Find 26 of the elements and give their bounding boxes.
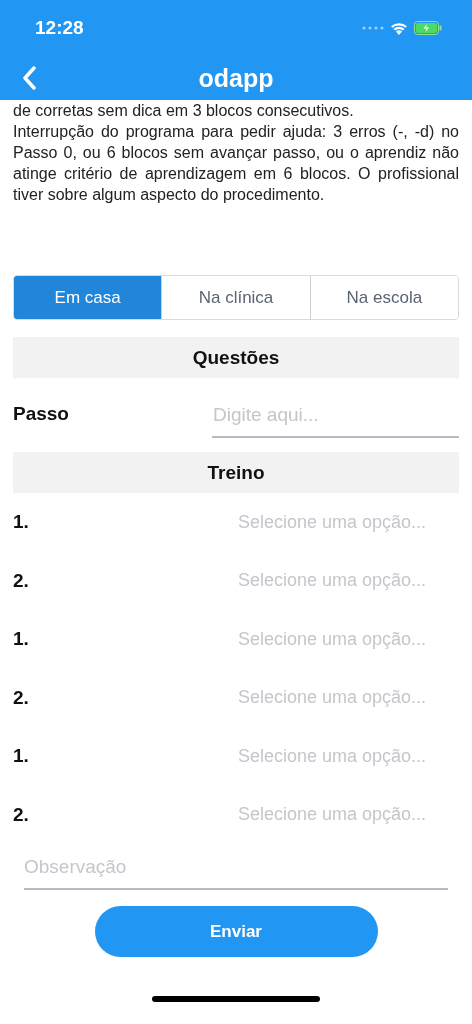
option-picker[interactable]: Selecione uma opção...	[237, 628, 426, 650]
option-picker[interactable]: Selecione uma opção...	[237, 804, 426, 826]
item-number: 1.	[13, 511, 29, 534]
step-label: Passo	[13, 403, 69, 425]
back-button[interactable]	[22, 66, 36, 90]
option-picker[interactable]: Selecione uma opção...	[237, 511, 426, 533]
section-header: Questões	[13, 337, 459, 378]
item-number: 1.	[13, 628, 29, 651]
battery-icon	[414, 21, 442, 35]
segment-tab[interactable]: Em casa	[14, 276, 162, 319]
option-picker[interactable]: Selecione uma opção...	[237, 570, 426, 592]
section-header: Treino	[13, 452, 459, 493]
app-title: odapp	[198, 63, 274, 93]
submit-button[interactable]: Enviar	[94, 906, 378, 957]
wifi-icon	[390, 21, 408, 35]
option-picker[interactable]: Selecione uma opção...	[237, 687, 426, 709]
signal-icon	[362, 26, 384, 30]
segment-tab[interactable]: Na escola	[309, 276, 458, 319]
item-number: 2.	[13, 686, 29, 709]
item-number: 1.	[13, 745, 29, 768]
option-picker[interactable]: Selecione uma opção...	[237, 745, 426, 767]
instruction-text: de corretas sem dica em 3 blocos consecutivos.	[13, 101, 355, 121]
item-number: 2.	[13, 803, 29, 826]
status-time: 12:28	[35, 17, 84, 39]
item-number: 2.	[13, 569, 29, 592]
instruction-text: Interrupção do programa para pedir ajuda: 3 erros (-, -d) no Passo 0, ou 6 blocos sem avançar passo, ou o aprendiz não atinge critério de aprendizagem em 6 blocos. O profissional tiver sobre algum aspecto do procedimento.	[13, 122, 459, 205]
